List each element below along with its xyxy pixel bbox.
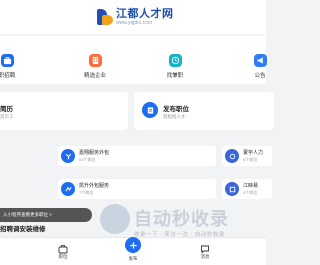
- site-logo[interactable]: 江都人才网 www.yqjdrc.com: [97, 6, 174, 28]
- quick-nav-label: 公告: [254, 73, 266, 79]
- company-name: 寰宇人力: [243, 150, 264, 156]
- tab-messages[interactable]: 消息: [190, 241, 220, 260]
- company-item[interactable]: 凯升外包服务 7个岗位: [58, 179, 216, 199]
- company-logo-icon: [225, 182, 239, 196]
- quick-nav-companies[interactable]: 精选企业: [75, 54, 115, 79]
- company-job-count: 5个岗位: [243, 157, 258, 162]
- tab-label: 职位: [58, 254, 68, 259]
- company-job-count: 7个岗位: [79, 190, 94, 195]
- watermark-logo-icon: [100, 204, 130, 234]
- company-name: 嘉翔服务外包: [79, 150, 110, 156]
- company-item[interactable]: 寰宇人力 5个岗位: [222, 146, 272, 166]
- briefcase-tab-icon: [58, 241, 68, 254]
- megaphone-icon: [253, 54, 267, 67]
- tab-label: 消息: [200, 254, 210, 259]
- plus-icon: [125, 237, 141, 253]
- company-name: 江映易: [243, 183, 259, 189]
- company-job-count: 4个岗位: [243, 190, 258, 195]
- building-icon: [88, 54, 102, 67]
- briefcase-icon: [0, 54, 14, 67]
- tab-label: 发布: [128, 256, 138, 261]
- message-icon: [200, 241, 210, 254]
- company-logo-icon: [61, 149, 75, 163]
- app-header: 江都人才网 www.yqjdrc.com: [0, 0, 266, 34]
- quick-nav: 职招聘 精选企业 找兼职 公告: [0, 36, 267, 84]
- resume-card-title: 简历: [0, 106, 13, 113]
- mini-program-notice[interactable]: 入小程序查看更多职位 >: [0, 208, 92, 222]
- quick-nav-jobs[interactable]: 职招聘: [0, 54, 27, 79]
- tab-jobs[interactable]: 职位: [48, 241, 78, 260]
- quick-nav-notice[interactable]: 公告: [240, 54, 280, 79]
- post-job-card[interactable]: 发布职位 轻松招人才: [134, 92, 274, 130]
- company-logo-icon: [225, 149, 239, 163]
- post-job-card-title: 发布职位: [163, 106, 189, 113]
- quick-nav-label: 找兼职: [166, 73, 184, 79]
- company-job-count: 53个岗位: [79, 157, 96, 162]
- logo-url: www.yqjdrc.com: [116, 19, 153, 26]
- logo-mark-icon: [97, 9, 113, 25]
- parttime-icon: [168, 54, 182, 67]
- tab-publish[interactable]: 发布: [118, 237, 148, 262]
- resume-card[interactable]: 简历 首页工: [0, 92, 128, 130]
- company-name: 凯升外包服务: [79, 183, 110, 189]
- company-logo-icon: [61, 182, 75, 196]
- logo-title: 江都人才网: [116, 7, 174, 20]
- notice-text: 入小程序查看更多职位 >: [3, 212, 52, 217]
- section-title: 招聘调安装维修: [0, 226, 46, 233]
- watermark-title: 自动秒收录: [134, 209, 229, 229]
- post-job-icon: [142, 102, 158, 118]
- quick-nav-label: 职招聘: [0, 73, 16, 79]
- post-job-card-subtitle: 轻松招人才: [163, 114, 186, 119]
- quick-nav-parttime[interactable]: 找兼职: [155, 54, 195, 79]
- company-item[interactable]: 江映易 4个岗位: [222, 179, 272, 199]
- resume-card-subtitle: 首页工: [0, 114, 14, 119]
- company-item[interactable]: 嘉翔服务外包 53个岗位: [58, 146, 216, 166]
- action-cards: 简历 首页工 发布职位 轻松招人才: [0, 92, 274, 130]
- bottom-tab-bar: 职位 发布 消息: [0, 237, 266, 265]
- quick-nav-label: 精选企业: [83, 73, 106, 79]
